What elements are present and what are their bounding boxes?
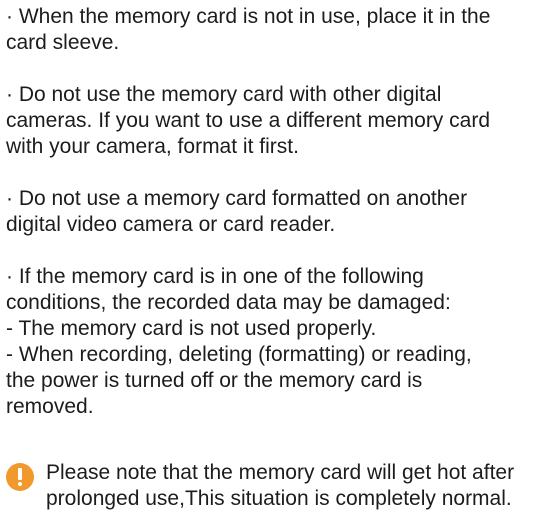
text-line: the power is turned off or the memory ca… (6, 369, 423, 392)
instruction-formatted-elsewhere: · Do not use a memory card formatted on … (6, 186, 546, 238)
text-line: digital video camera or card reader. (6, 213, 336, 236)
text-line: - The memory card is not used properly. (6, 317, 377, 340)
text-line: · Do not use a memory card formatted on … (6, 187, 468, 210)
instruction-data-damage: · If the memory card is in one of the fo… (6, 264, 546, 420)
text-line: card sleeve. (6, 31, 120, 54)
text-line: · Do not use the memory card with other … (6, 83, 442, 106)
text-line: conditions, the recorded data may be dam… (6, 291, 451, 314)
heat-notice-text: Please note that the memory card will ge… (46, 460, 514, 512)
text-line: removed. (6, 395, 94, 418)
text-line: prolonged use,This situation is complete… (46, 487, 512, 510)
instruction-card-sleeve: · When the memory card is not in use, pl… (6, 4, 546, 56)
instruction-other-cameras: · Do not use the memory card with other … (6, 82, 546, 160)
warning-exclamation-icon (6, 463, 34, 491)
instructions-body: · When the memory card is not in use, pl… (6, 4, 546, 446)
heat-notice: Please note that the memory card will ge… (6, 460, 546, 512)
text-line: · When the memory card is not in use, pl… (6, 5, 491, 28)
text-line: · If the memory card is in one of the fo… (6, 265, 424, 288)
text-line: with your camera, format it first. (6, 135, 299, 158)
text-line: Please note that the memory card will ge… (46, 461, 515, 484)
text-line: cameras. If you want to use a different … (6, 109, 490, 132)
text-line: - When recording, deleting (formatting) … (6, 343, 472, 366)
